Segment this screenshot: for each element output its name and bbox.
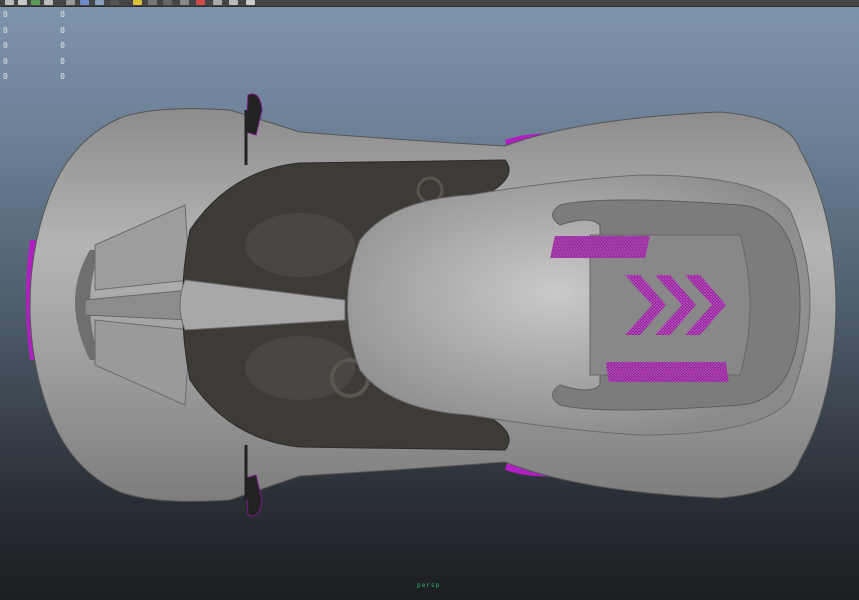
- engine-vent-bottom: [605, 362, 729, 382]
- engine-vent-top: [550, 236, 650, 258]
- car-model[interactable]: [0, 0, 859, 600]
- camera-label: persp: [417, 582, 441, 589]
- seat-left: [245, 213, 355, 277]
